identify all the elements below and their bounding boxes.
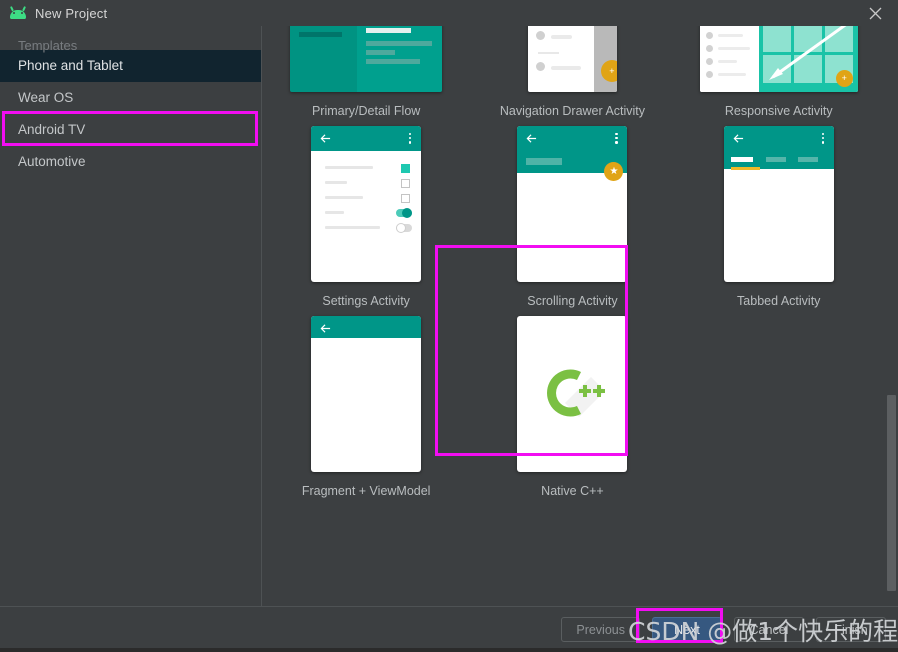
previous-button-label: Previous [576, 622, 625, 637]
template-thumbnail [676, 320, 882, 472]
template-thumbnail: ★ [469, 126, 675, 282]
finish-button-label: Finish [834, 622, 868, 637]
templates-pane: Primary/Detail Flow + Navigation Drawer … [263, 26, 898, 606]
sidebar-header: Templates [18, 38, 78, 53]
sidebar-item-label: Wear OS [18, 90, 74, 105]
window-title: New Project [35, 5, 108, 21]
template-card-fragment-viewmodel[interactable]: Fragment + ViewModel [263, 316, 469, 510]
floating-action-button-icon: + [835, 70, 853, 87]
scrolling-activity-mockup: ★ [517, 126, 628, 282]
sidebar-item-label: Android TV [18, 122, 86, 137]
template-label: Settings Activity [322, 294, 410, 308]
tabbed-activity-mockup [723, 126, 834, 282]
templates-scrollbar-thumb[interactable] [887, 395, 896, 591]
template-thumbnail: + [676, 26, 882, 92]
navigation-drawer-mockup: + [527, 26, 617, 92]
sidebar: Templates Phone and Tablet Wear OS Andro… [0, 26, 262, 606]
sidebar-item-phone-and-tablet[interactable]: Phone and Tablet [0, 50, 261, 82]
template-thumbnail [263, 26, 469, 92]
previous-button[interactable]: Previous [561, 617, 640, 642]
template-card-navigation-drawer-activity[interactable]: + Navigation Drawer Activity [469, 26, 675, 130]
new-project-dialog: New Project Templates Phone and Tablet W… [0, 0, 898, 652]
overflow-menu-icon [615, 133, 618, 144]
template-card-tabbed-activity[interactable]: Tabbed Activity [676, 126, 882, 320]
sidebar-item-wear-os[interactable]: Wear OS [0, 82, 261, 114]
template-card-settings-activity[interactable]: Settings Activity [263, 126, 469, 320]
template-thumbnail [263, 126, 469, 282]
back-arrow-icon [526, 134, 537, 143]
sidebar-item-label: Automotive [18, 154, 86, 169]
template-card-empty [676, 320, 882, 510]
next-button[interactable]: Next [652, 617, 722, 642]
sidebar-item-android-tv[interactable]: Android TV [0, 114, 261, 146]
title-bar: New Project [0, 0, 898, 26]
star-floating-action-button-icon: ★ [604, 162, 624, 181]
template-thumbnail [676, 126, 882, 282]
back-arrow-icon [320, 134, 331, 143]
template-card-native-cpp[interactable]: Native C++ [469, 316, 675, 510]
dialog-footer: Previous Next Cancel Finish [0, 606, 898, 652]
template-label: Responsive Activity [724, 104, 833, 118]
tab-indicator [730, 167, 760, 170]
template-thumbnail [469, 316, 675, 472]
settings-activity-mockup [311, 126, 422, 282]
sidebar-item-label: Phone and Tablet [18, 58, 123, 73]
cpp-logo-icon [547, 369, 606, 417]
back-arrow-icon [733, 134, 743, 143]
android-robot-icon [9, 6, 27, 20]
template-label: Tabbed Activity [737, 294, 821, 308]
template-card-responsive-activity[interactable]: + Responsive Activity [676, 26, 882, 130]
close-icon[interactable] [852, 0, 898, 26]
template-thumbnail [263, 316, 469, 472]
template-label: Native C++ [541, 484, 604, 498]
templates-grid: Primary/Detail Flow + Navigation Drawer … [263, 26, 882, 510]
primary-detail-flow-mockup [290, 26, 443, 92]
template-thumbnail: + [469, 26, 675, 92]
template-label: Fragment + ViewModel [301, 484, 431, 498]
template-label: Primary/Detail Flow [311, 104, 421, 118]
template-card-primary-detail-flow[interactable]: Primary/Detail Flow [263, 26, 469, 130]
template-row: Primary/Detail Flow + Navigation Drawer … [263, 26, 882, 130]
template-label: Navigation Drawer Activity [499, 104, 646, 118]
overflow-menu-icon [821, 133, 825, 144]
floating-action-button-icon: + [600, 60, 617, 82]
bottom-strip [0, 648, 898, 652]
template-row: Fragment + ViewModel Native C++ [263, 316, 882, 510]
sidebar-item-automotive[interactable]: Automotive [0, 146, 261, 178]
next-button-label: Next [674, 622, 700, 637]
overflow-menu-icon [409, 133, 412, 144]
template-card-scrolling-activity[interactable]: ★ Scrolling Activity [469, 126, 675, 320]
templates-scrollbar-track[interactable] [885, 26, 898, 606]
cancel-button-label: Cancel [749, 622, 789, 637]
template-label: Scrolling Activity [527, 294, 618, 308]
responsive-activity-mockup: + [699, 26, 858, 92]
cancel-button[interactable]: Cancel [734, 617, 804, 642]
template-row: Settings Activity ★ Scrolling Activity T… [263, 126, 882, 320]
fragment-viewmodel-mockup [311, 316, 422, 472]
dialog-body: Templates Phone and Tablet Wear OS Andro… [0, 26, 898, 606]
back-arrow-icon [320, 324, 331, 333]
native-cpp-mockup [517, 316, 628, 472]
finish-button[interactable]: Finish [816, 617, 886, 642]
